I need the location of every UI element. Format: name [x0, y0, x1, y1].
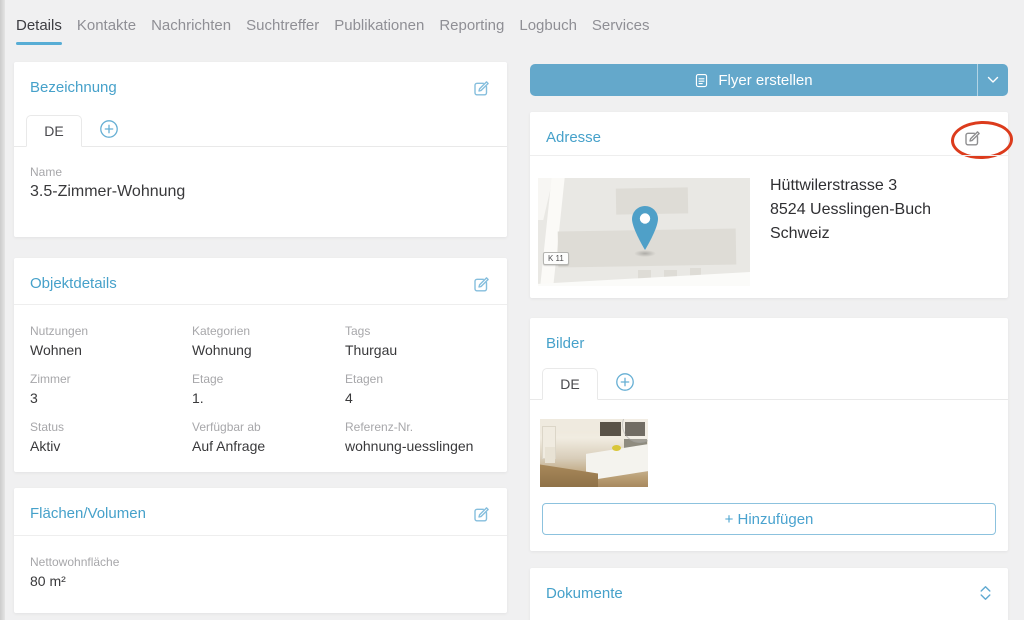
field: Verfügbar abAuf Anfrage: [192, 420, 345, 454]
add-image-button[interactable]: + Hinzufügen: [542, 503, 996, 535]
tab-kontakte[interactable]: Kontakte: [77, 17, 136, 45]
tab-label: Services: [592, 17, 650, 34]
address-line: Schweiz: [770, 222, 931, 246]
tab-label: DE: [560, 376, 579, 392]
add-image-label: + Hinzufügen: [725, 511, 814, 528]
address-line: Hüttwilerstrasse 3: [770, 174, 931, 198]
field: TagsThurgau: [345, 324, 491, 358]
tab-reporting[interactable]: Reporting: [439, 17, 504, 45]
add-language-icon[interactable]: [615, 372, 635, 392]
card-title: Bezeichnung: [30, 79, 117, 96]
tab-services[interactable]: Services: [592, 17, 650, 45]
road-label-badge: K 11: [543, 252, 569, 265]
tab-label: Nachrichten: [151, 17, 231, 34]
address-text: Hüttwilerstrasse 3 8524 Uesslingen-Buch …: [770, 174, 931, 246]
top-nav: Details Kontakte Nachrichten Suchtreffer…: [16, 17, 649, 45]
language-tab-strip: DE: [530, 368, 1008, 400]
tab-label: Kontakte: [77, 17, 136, 34]
tab-label: DE: [44, 123, 63, 139]
tab-nachrichten[interactable]: Nachrichten: [151, 17, 231, 45]
tab-logbuch[interactable]: Logbuch: [519, 17, 577, 45]
name-label: Name: [30, 165, 185, 179]
flyer-main-action[interactable]: Flyer erstellen: [530, 64, 977, 96]
chevron-down-icon: [987, 76, 999, 84]
content-left-edge: [0, 0, 5, 620]
card-title: Adresse: [546, 129, 601, 146]
object-details-grid: NutzungenWohnen KategorienWohnung TagsTh…: [30, 324, 491, 454]
tab-label: Details: [16, 17, 62, 34]
card-title: Dokumente: [546, 585, 623, 602]
tab-label: Suchtreffer: [246, 17, 319, 34]
field: Etagen4: [345, 372, 491, 406]
tab-label: Reporting: [439, 17, 504, 34]
address-line: 8524 Uesslingen-Buch: [770, 198, 931, 222]
map-preview[interactable]: K 11: [538, 178, 750, 286]
field: Zimmer3: [30, 372, 192, 406]
divider: [14, 304, 507, 305]
card-title: Bilder: [546, 335, 584, 352]
edit-icon[interactable]: [471, 505, 491, 525]
sort-unfold-icon[interactable]: [979, 585, 992, 601]
edit-icon[interactable]: [471, 79, 491, 99]
objektdetails-card: Objektdetails NutzungenWohnen Kategorien…: [14, 258, 507, 472]
flyer-dropdown-toggle[interactable]: [978, 64, 1008, 96]
field: StatusAktiv: [30, 420, 192, 454]
active-tab-underline: [16, 42, 62, 45]
field: Etage1.: [192, 372, 345, 406]
divider: [14, 535, 507, 536]
field: NutzungenWohnen: [30, 324, 192, 358]
flyer-erstellen-button[interactable]: Flyer erstellen: [530, 64, 1008, 96]
photo-thumbnail[interactable]: [540, 419, 648, 487]
adresse-card: Adresse K 11 Hüttwilerstrasse 3 8524 Ue: [530, 112, 1008, 298]
tab-de[interactable]: DE: [542, 368, 598, 400]
tab-details[interactable]: Details: [16, 17, 62, 45]
bilder-card: Bilder DE + Hinzufügen: [530, 318, 1008, 551]
tab-de[interactable]: DE: [26, 115, 82, 147]
tab-publikationen[interactable]: Publikationen: [334, 17, 424, 45]
divider: [530, 155, 1008, 156]
bezeichnung-card: Bezeichnung DE Name 3.5-Zimmer-Wohnung: [14, 62, 507, 237]
name-value: 3.5-Zimmer-Wohnung: [30, 183, 185, 201]
area-value: 80 m²: [30, 573, 119, 589]
thumbnail-detail: [545, 447, 555, 463]
pdf-file-icon: [694, 73, 709, 88]
card-title: Flächen/Volumen: [30, 505, 146, 522]
tab-suchtreffer[interactable]: Suchtreffer: [246, 17, 319, 45]
edit-icon[interactable]: [471, 275, 491, 295]
card-title: Objektdetails: [30, 275, 117, 292]
thumbnail-detail: [612, 445, 621, 451]
field: KategorienWohnung: [192, 324, 345, 358]
thumbnail-detail: [600, 422, 621, 436]
add-language-icon[interactable]: [99, 119, 119, 139]
dokumente-card: Dokumente: [530, 568, 1008, 620]
map-pin-icon: [629, 204, 661, 254]
language-tab-strip: DE: [14, 115, 507, 147]
tab-label: Publikationen: [334, 17, 424, 34]
edit-icon[interactable]: [962, 129, 982, 149]
area-label: Nettowohnfläche: [30, 555, 119, 569]
field: Referenz-Nr.wohnung-uesslingen: [345, 420, 491, 454]
tab-label: Logbuch: [519, 17, 577, 34]
flaechen-card: Flächen/Volumen Nettowohnfläche 80 m²: [14, 488, 507, 613]
flyer-button-label: Flyer erstellen: [718, 72, 812, 89]
